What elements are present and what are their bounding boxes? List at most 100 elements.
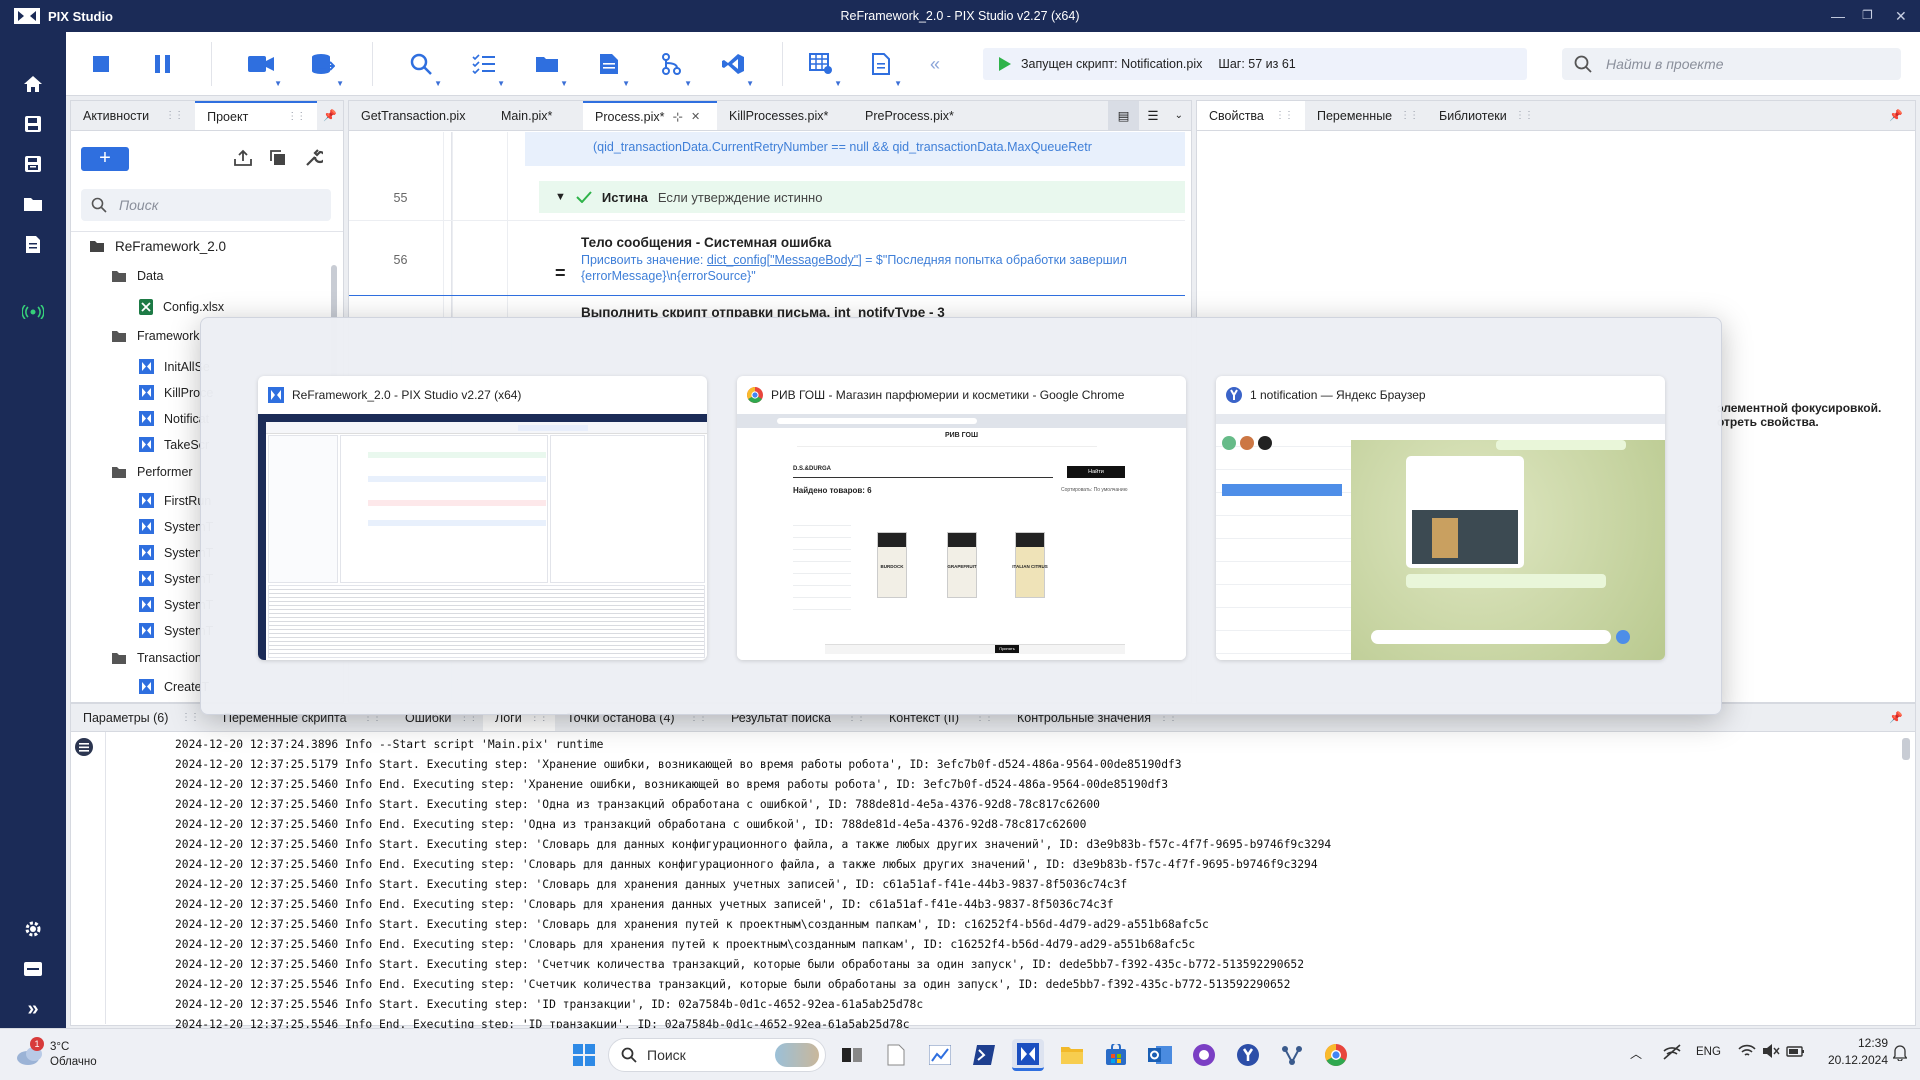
search-tool-button[interactable]: ▼: [406, 50, 442, 88]
maximize-button[interactable]: ❐: [1862, 8, 1873, 22]
wifi-icon[interactable]: [1738, 1043, 1756, 1059]
layout-toggle-icon[interactable]: ▤: [1107, 101, 1140, 130]
run-step-text: Шаг: 57 из 61: [1218, 57, 1296, 71]
copy-refresh-icon[interactable]: [269, 149, 287, 167]
taskbar-search[interactable]: Поиск: [608, 1038, 826, 1072]
network-tool-icon[interactable]: [1276, 1039, 1308, 1071]
checklist-button[interactable]: ▼: [469, 50, 505, 88]
true-branch-header[interactable]: ▼ Истина Если утверждение истинно: [539, 181, 1185, 213]
task-view-icon[interactable]: [836, 1039, 868, 1071]
tree-folder-transaction[interactable]: Transaction: [111, 651, 202, 665]
keyboard-language[interactable]: ENG: [1696, 1046, 1721, 1058]
document-icon[interactable]: [21, 232, 45, 256]
editor-tab[interactable]: Main.pix*: [489, 101, 583, 130]
log-scrollbar[interactable]: [1902, 738, 1910, 760]
tree-folder-data[interactable]: Data: [111, 269, 163, 283]
open-folder-icon[interactable]: [21, 192, 45, 216]
stop-button[interactable]: [86, 50, 116, 78]
flow-branch-button[interactable]: ▼: [656, 50, 692, 88]
report-button[interactable]: ▼: [866, 50, 902, 88]
chrome-icon: [747, 387, 763, 403]
tab-parameters[interactable]: Параметры (6) ⋮⋮: [71, 704, 211, 731]
align-icon[interactable]: ☰: [1139, 101, 1166, 130]
table-settings-button[interactable]: ▼: [806, 50, 842, 88]
pin-panel-icon[interactable]: 📌: [1877, 101, 1915, 130]
rivgosh-found: Найдено товаров: 6: [793, 486, 872, 495]
upload-icon[interactable]: [233, 149, 253, 167]
minimize-button[interactable]: —: [1831, 8, 1845, 24]
chevron-down-icon[interactable]: ⌄: [1167, 101, 1191, 130]
tab-variables[interactable]: Переменные ⋮⋮: [1305, 101, 1427, 130]
tray-chevron-up-icon[interactable]: ︿: [1630, 1045, 1642, 1062]
pix-studio-taskbar-icon[interactable]: [1012, 1039, 1044, 1071]
close-tab-icon[interactable]: ✕: [691, 110, 700, 123]
database-button[interactable]: ▼: [308, 50, 344, 88]
log-menu-icon[interactable]: [75, 738, 93, 756]
expand-sidebar-icon[interactable]: »: [21, 997, 45, 1021]
assign-value: = $"Последняя попытка обработки завершил: [861, 253, 1127, 267]
switcher-window-chrome[interactable]: РИВ ГОШ - Магазин парфюмерии и косметики…: [737, 376, 1186, 660]
tree-folder-framework[interactable]: Framework: [111, 329, 200, 343]
clock[interactable]: 12:39 20.12.2024: [1810, 1036, 1888, 1067]
tree-root[interactable]: ReFramework_2.0: [89, 239, 226, 254]
add-button[interactable]: +: [81, 147, 129, 171]
search-icon: [91, 197, 107, 213]
project-search-input[interactable]: Найти в проекте: [1562, 48, 1901, 80]
editor-tab[interactable]: KillProcesses.pix*: [717, 101, 853, 130]
volume-mute-icon[interactable]: [1762, 1043, 1780, 1059]
tree-file-pix[interactable]: TakeScr: [139, 437, 209, 452]
close-button[interactable]: ✕: [1895, 8, 1907, 25]
editor-tab-active[interactable]: Process.pix* ⊹ ✕: [583, 101, 717, 130]
github-desktop-icon[interactable]: [1188, 1039, 1220, 1071]
tab-project[interactable]: Проект ⋮⋮: [195, 101, 318, 130]
yandex-taskbar-icon[interactable]: [1232, 1039, 1264, 1071]
file-explorer-icon[interactable]: [1056, 1039, 1088, 1071]
pin-panel-icon[interactable]: 📌: [317, 101, 343, 130]
home-icon[interactable]: [21, 72, 45, 96]
tab-libraries[interactable]: Библиотеки ⋮⋮: [1427, 101, 1545, 130]
assign-step[interactable]: = Тело сообщения - Системная ошибка Прис…: [555, 231, 1185, 295]
log-line: 2024-12-20 12:37:25.5460 Info End. Execu…: [175, 938, 1196, 951]
store-icon[interactable]: [1100, 1039, 1132, 1071]
outlook-icon[interactable]: [1144, 1039, 1176, 1071]
log-line: 2024-12-20 12:37:25.5460 Info Start. Exe…: [175, 918, 1209, 931]
editor-tab[interactable]: GetTransaction.pix: [349, 101, 489, 130]
tree-file-pix[interactable]: Notificat: [139, 411, 209, 426]
no-connection-icon[interactable]: [1662, 1043, 1682, 1061]
switcher-window-pix[interactable]: ReFramework_2.0 - PIX Studio v2.27 (x64): [258, 376, 707, 660]
record-video-button[interactable]: ▼: [246, 50, 282, 88]
tab-activities[interactable]: Активности ⋮⋮: [71, 101, 195, 130]
switcher-window-yandex[interactable]: 1 notification — Яндекс Браузер: [1216, 376, 1665, 660]
tab-properties[interactable]: Свойства ⋮⋮: [1197, 101, 1305, 130]
tree-file-pix[interactable]: CreateT: [139, 679, 209, 694]
powershell-icon[interactable]: [968, 1039, 1000, 1071]
chart-app-icon[interactable]: [924, 1039, 956, 1071]
condition-block[interactable]: (qid_transactionData.CurrentRetryNumber …: [525, 132, 1185, 166]
broadcast-icon[interactable]: [21, 300, 45, 324]
collapse-toolbar-icon[interactable]: «: [920, 50, 950, 78]
tree-folder-performer[interactable]: Performer: [111, 465, 193, 479]
settings-gear-icon[interactable]: [21, 917, 45, 941]
project-tree-search[interactable]: Поиск: [81, 189, 331, 221]
console-icon[interactable]: [21, 957, 45, 981]
folder-button[interactable]: ▼: [532, 50, 568, 88]
file-text-button[interactable]: ▼: [594, 50, 630, 88]
window-switcher: ReFramework_2.0 - PIX Studio v2.27 (x64)…: [200, 317, 1722, 715]
editor-tab[interactable]: PreProcess.pix*: [853, 101, 973, 130]
visual-studio-icon[interactable]: ▼: [718, 50, 754, 88]
save-as-icon[interactable]: [21, 152, 45, 176]
weather-widget[interactable]: 1 3°C Облачно: [16, 1037, 146, 1073]
tree-file-config[interactable]: Config.xlsx: [139, 299, 224, 315]
wrench-icon[interactable]: [305, 149, 323, 167]
properties-hint: элементной фокусировкой. отреть свойства…: [1717, 401, 1882, 429]
chrome-taskbar-icon[interactable]: [1320, 1039, 1352, 1071]
pin-panel-icon[interactable]: 📌: [1877, 704, 1915, 731]
save-icon[interactable]: [21, 112, 45, 136]
battery-icon[interactable]: [1786, 1043, 1806, 1059]
notification-bell-icon[interactable]: [1893, 1045, 1907, 1061]
notepad-icon[interactable]: [880, 1039, 912, 1071]
yandex-browser-icon: [1226, 387, 1242, 403]
pause-button[interactable]: [148, 50, 178, 78]
windows-start-icon[interactable]: [568, 1039, 600, 1071]
check-icon: [576, 191, 592, 203]
